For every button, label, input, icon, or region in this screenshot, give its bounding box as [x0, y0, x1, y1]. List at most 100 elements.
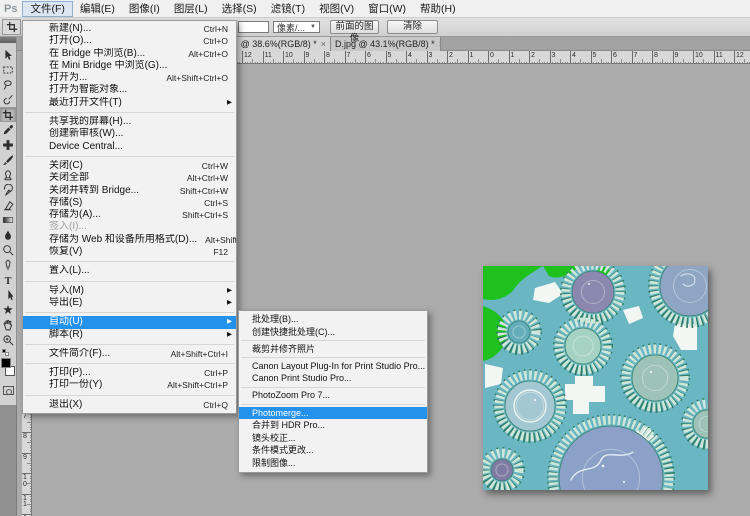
file-menu-item-9[interactable]: 创建新审核(W)...	[23, 128, 236, 140]
file-menu-item-26[interactable]: 自动(U)▶	[23, 316, 236, 328]
menubar-item-4[interactable]: 选择(S)	[215, 1, 264, 17]
file-menu-item-5[interactable]: 打开为智能对象...	[23, 84, 236, 96]
automate-submenu-item-6[interactable]: Canon Print Studio Pro...	[239, 372, 427, 385]
tool-quick-selection[interactable]	[0, 92, 16, 107]
file-menu-item-21[interactable]: 置入(L)...	[23, 265, 236, 277]
file-menu-item-34[interactable]: 退出(X)Ctrl+Q	[23, 399, 236, 411]
automate-submenu-item-8[interactable]: PhotoZoom Pro 7...	[239, 389, 427, 402]
file-menu-item-27[interactable]: 脚本(R)▶	[23, 329, 236, 341]
automate-submenu-item-5[interactable]: Canon Layout Plug-In for Print Studio Pr…	[239, 360, 427, 373]
tool-pen[interactable]	[0, 257, 16, 272]
menubar-item-3[interactable]: 图层(L)	[167, 1, 215, 17]
file-menu-item-3[interactable]: 在 Mini Bridge 中浏览(G)...	[23, 60, 236, 72]
tool-path-selection[interactable]	[0, 287, 16, 302]
front-image-button[interactable]: 前面的图像	[330, 20, 379, 34]
tool-blur[interactable]	[0, 227, 16, 242]
file-menu-item-32[interactable]: 打印一份(Y)Alt+Shift+Ctrl+P	[23, 379, 236, 391]
gradient-icon	[2, 214, 14, 226]
shortcut-label: Alt+Shift+Ctrl+I	[163, 348, 228, 360]
tool-zoom[interactable]	[0, 332, 16, 347]
automate-submenu-item-12[interactable]: 镜头校正...	[239, 432, 427, 445]
submenu-arrow-icon: ▶	[227, 297, 232, 309]
tool-eraser[interactable]	[0, 197, 16, 212]
file-menu-item-23[interactable]: 导入(M)▶	[23, 285, 236, 297]
automate-submenu-item-13[interactable]: 条件模式更改...	[239, 444, 427, 457]
tool-custom-shape[interactable]	[0, 302, 16, 317]
tool-brush[interactable]	[0, 152, 16, 167]
tool-history-brush[interactable]	[0, 182, 16, 197]
file-menu-item-0[interactable]: 新建(N)...Ctrl+N	[23, 23, 236, 35]
tool-clone-stamp[interactable]	[0, 167, 16, 182]
document-tab-1-label: @ 38.6%(RGB/8) *	[241, 39, 317, 49]
tool-move[interactable]	[0, 47, 16, 62]
file-menu-item-label: 导出(E)	[49, 297, 82, 309]
file-menu-separator	[25, 156, 234, 157]
file-menu-item-16[interactable]: 存储为(A)... Shift+Ctrl+S	[23, 209, 236, 221]
file-menu-item-12[interactable]: 关闭(C)Ctrl+W	[23, 160, 236, 172]
tool-preset-picker[interactable]	[2, 19, 21, 35]
close-icon[interactable]: ×	[439, 40, 441, 49]
sunflower	[498, 374, 562, 438]
file-menu-item-31[interactable]: 打印(P)...Ctrl+P	[23, 367, 236, 379]
document-canvas[interactable]	[483, 266, 708, 490]
tool-type[interactable]: T	[0, 272, 16, 287]
tool-crop[interactable]	[0, 107, 16, 122]
file-menu-item-6[interactable]: 最近打开文件(T)▶	[23, 97, 236, 109]
tools-panel-header[interactable]	[0, 37, 16, 43]
file-menu-item-18[interactable]: 存储为 Web 和设备所用格式(D)...Alt+Shift+Ctrl+S	[23, 234, 236, 246]
automate-submenu-item-label: 条件模式更改...	[252, 444, 314, 457]
clone-stamp-icon	[2, 169, 14, 181]
file-menu-item-10[interactable]: Device Central...	[23, 141, 236, 153]
document-tab-1[interactable]: @ 38.6%(RGB/8) * ×	[237, 37, 331, 51]
tool-dodge[interactable]	[0, 242, 16, 257]
file-menu-item-2[interactable]: 在 Bridge 中浏览(B)...Alt+Ctrl+O	[23, 48, 236, 60]
eraser-icon	[2, 199, 14, 211]
automate-submenu-item-10[interactable]: Photomerge...	[239, 407, 427, 420]
menubar-item-7[interactable]: 窗口(W)	[361, 1, 413, 17]
automate-submenu-item-label: 镜头校正...	[252, 432, 296, 445]
hand-icon	[2, 319, 14, 331]
tool-hand[interactable]	[0, 317, 16, 332]
file-menu-item-29[interactable]: 文件简介(F)...Alt+Shift+Ctrl+I	[23, 348, 236, 360]
menubar-item-0[interactable]: 文件(F)	[22, 1, 72, 17]
tool-healing-brush[interactable]	[0, 137, 16, 152]
foreground-color-swatch[interactable]	[1, 358, 11, 368]
file-menu-item-13[interactable]: 关闭全部Alt+Ctrl+W	[23, 172, 236, 184]
shortcut-label: Shift+Ctrl+S	[174, 209, 228, 221]
menubar-item-2[interactable]: 图像(I)	[122, 1, 167, 17]
file-menu-item-8[interactable]: 共享我的屏幕(H)...	[23, 116, 236, 128]
tool-eyedropper[interactable]	[0, 122, 16, 137]
default-colors-icon[interactable]	[5, 352, 9, 356]
automate-submenu-item-0[interactable]: 批处理(B)...	[239, 313, 427, 326]
automate-submenu-item-14[interactable]: 限制图像...	[239, 457, 427, 470]
tool-rectangular-marquee[interactable]	[0, 62, 16, 77]
crop-size-input[interactable]	[238, 21, 269, 33]
submenu-arrow-icon: ▶	[227, 316, 232, 328]
file-menu-item-24[interactable]: 导出(E) ▶	[23, 297, 236, 309]
menubar-item-5[interactable]: 滤镜(T)	[264, 1, 312, 17]
clear-button[interactable]: 清除	[387, 20, 438, 34]
file-menu-item-4[interactable]: 打开为...Alt+Shift+Ctrl+O	[23, 72, 236, 84]
document-tab-2[interactable]: D.jpg @ 43.1%(RGB/8) * ×	[331, 37, 441, 51]
type-icon: T	[2, 274, 14, 286]
quick-mask-icon[interactable]	[3, 386, 14, 395]
shortcut-label: Ctrl+O	[195, 35, 228, 47]
file-menu-item-1[interactable]: 打开(O)...Ctrl+O	[23, 35, 236, 47]
file-menu-item-label: 退出(X)	[49, 399, 82, 411]
automate-submenu-item-1[interactable]: 创建快捷批处理(C)...	[239, 326, 427, 339]
menubar-item-8[interactable]: 帮助(H)	[413, 1, 463, 17]
file-menu-item-19[interactable]: 恢复(V)F12	[23, 246, 236, 258]
tool-gradient[interactable]	[0, 212, 16, 227]
tool-lasso[interactable]	[0, 77, 16, 92]
quick-selection-icon	[2, 94, 14, 106]
automate-submenu-item-11[interactable]: 合并到 HDR Pro...	[239, 419, 427, 432]
menubar-item-1[interactable]: 编辑(E)	[73, 1, 122, 17]
close-icon[interactable]: ×	[321, 40, 326, 49]
submenu-arrow-icon: ▶	[227, 285, 232, 297]
menubar-item-6[interactable]: 视图(V)	[312, 1, 361, 17]
resolution-unit-dropdown[interactable]: 像素/... ▼	[273, 21, 320, 33]
automate-submenu-item-3[interactable]: 裁剪并修齐照片	[239, 343, 427, 356]
file-menu-item-14[interactable]: 关闭并转到 Bridge...Shift+Ctrl+W	[23, 185, 236, 197]
file-menu-item-label: 存储为(A)...	[49, 209, 101, 221]
file-menu-item-15[interactable]: 存储(S)Ctrl+S	[23, 197, 236, 209]
